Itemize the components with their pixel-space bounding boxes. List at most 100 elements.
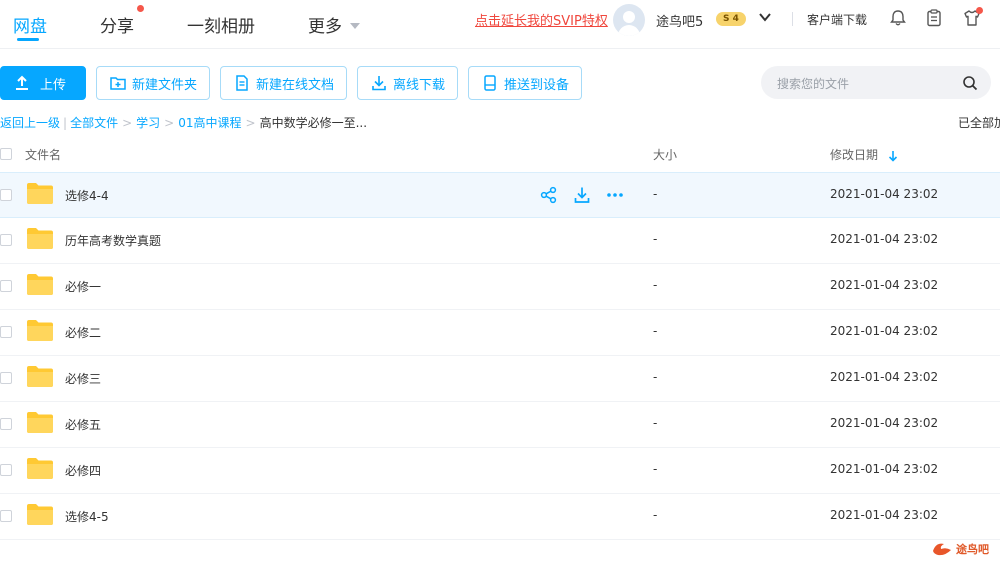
file-table-header: 文件名 大小 修改日期	[0, 138, 1000, 172]
file-row[interactable]: 选修4-4 - 2021-01-04 23:02	[0, 172, 1000, 218]
nav-tab-share[interactable]: 分享	[100, 0, 134, 48]
breadcrumb-divider: |	[63, 115, 68, 130]
file-modified-date: 2021-01-04 23:02	[830, 324, 939, 338]
client-download-link[interactable]: 客户端下载	[807, 11, 867, 28]
avatar[interactable]	[613, 4, 645, 36]
caret-down-icon	[350, 22, 360, 29]
notification-dot	[137, 5, 144, 12]
row-checkbox[interactable]	[0, 418, 12, 430]
nav-tab-more[interactable]: 更多	[308, 0, 360, 48]
row-checkbox[interactable]	[0, 234, 12, 246]
document-icon	[236, 75, 248, 91]
username[interactable]: 途鸟吧5	[656, 11, 703, 30]
nav-tab-label: 网盘	[13, 16, 47, 37]
share-icon[interactable]	[540, 186, 558, 204]
svip-level-badge: S 4	[716, 12, 746, 26]
new-folder-button[interactable]: 新建文件夹	[96, 66, 210, 100]
clipboard-icon[interactable]	[924, 8, 944, 28]
row-checkbox[interactable]	[0, 280, 12, 292]
file-name[interactable]: 选修4-4	[65, 187, 109, 204]
breadcrumb-separator: >	[164, 115, 175, 130]
upload-label: 上传	[40, 77, 67, 93]
breadcrumb-item[interactable]: 全部文件	[70, 114, 118, 131]
file-size: -	[653, 508, 658, 522]
push-to-device-button[interactable]: 推送到设备	[468, 66, 582, 100]
file-name[interactable]: 历年高考数学真题	[65, 232, 161, 249]
file-modified-date: 2021-01-04 23:02	[830, 232, 939, 246]
loaded-status: 已全部加	[958, 116, 1000, 130]
bird-logo-icon	[933, 543, 951, 556]
watermark-logo: 途鸟吧	[930, 538, 994, 560]
search-box	[761, 66, 991, 101]
select-all-checkbox[interactable]	[0, 148, 12, 160]
folder-icon	[27, 366, 53, 387]
file-size: -	[653, 278, 658, 292]
breadcrumb-item[interactable]: 学习	[136, 114, 160, 131]
notification-dot	[976, 7, 983, 14]
divider	[792, 12, 793, 26]
nav-tab-album[interactable]: 一刻相册	[187, 0, 255, 48]
file-modified-date: 2021-01-04 23:02	[830, 187, 939, 201]
active-tab-indicator	[17, 38, 39, 41]
column-header-date-label: 修改日期	[830, 148, 879, 162]
file-size: -	[653, 187, 658, 201]
breadcrumb-item[interactable]: 01高中课程	[178, 114, 241, 131]
breadcrumb-back-link[interactable]: 返回上一级	[0, 114, 60, 131]
nav-tab-label: 更多	[308, 16, 342, 37]
file-modified-date: 2021-01-04 23:02	[830, 416, 939, 430]
folder-icon	[27, 504, 53, 525]
file-row[interactable]: 历年高考数学真题 - 2021-01-04 23:02	[0, 218, 1000, 264]
search-input[interactable]	[775, 66, 959, 101]
nav-tab-label: 一刻相册	[187, 16, 255, 37]
download-icon[interactable]	[573, 186, 591, 204]
column-header-size[interactable]: 大小	[653, 146, 677, 163]
download-icon	[372, 76, 386, 91]
breadcrumb: 返回上一级 | 全部文件 > 学习 > 01高中课程 > 高中数学必修一至...	[0, 114, 367, 131]
new-online-doc-button[interactable]: 新建在线文档	[220, 66, 347, 100]
bell-icon[interactable]	[888, 8, 908, 28]
upload-button[interactable]: 上传	[0, 66, 86, 100]
row-checkbox[interactable]	[0, 464, 12, 476]
file-name[interactable]: 必修三	[65, 370, 101, 387]
row-checkbox[interactable]	[0, 189, 12, 201]
file-row[interactable]: 必修二 - 2021-01-04 23:02	[0, 310, 1000, 356]
file-modified-date: 2021-01-04 23:02	[830, 462, 939, 476]
column-header-name[interactable]: 文件名	[25, 146, 61, 163]
folder-icon	[27, 274, 53, 295]
file-name[interactable]: 必修四	[65, 462, 101, 479]
offline-download-button[interactable]: 离线下载	[357, 66, 458, 100]
watermark-text: 途鸟吧	[956, 543, 989, 556]
row-checkbox[interactable]	[0, 510, 12, 522]
folder-icon	[27, 458, 53, 479]
file-row[interactable]: 必修一 - 2021-01-04 23:02	[0, 264, 1000, 310]
offline-download-label: 离线下载	[393, 77, 446, 93]
search-icon[interactable]	[962, 75, 978, 91]
column-header-date[interactable]: 修改日期	[830, 146, 898, 163]
new-online-doc-label: 新建在线文档	[256, 77, 335, 93]
file-row[interactable]: 选修4-5 - 2021-01-04 23:02	[0, 494, 1000, 540]
file-row[interactable]: 必修五 - 2021-01-04 23:02	[0, 402, 1000, 448]
file-row[interactable]: 必修三 - 2021-01-04 23:02	[0, 356, 1000, 402]
file-name[interactable]: 必修二	[65, 324, 101, 341]
svip-promo-link[interactable]: 点击延长我的SVIP特权	[475, 10, 608, 29]
top-navigation-bar: 网盘 分享 一刻相册 更多 点击延长我的SVIP特权 途鸟吧5 S 4 客户端下…	[0, 0, 1000, 49]
chevron-down-icon[interactable]	[758, 10, 772, 24]
nav-tab-label: 分享	[100, 16, 134, 37]
folder-icon	[27, 183, 53, 204]
folder-plus-icon	[110, 77, 126, 90]
sort-down-arrow-icon	[888, 150, 897, 162]
file-name[interactable]: 必修五	[65, 416, 101, 433]
folder-icon	[27, 412, 53, 433]
file-modified-date: 2021-01-04 23:02	[830, 370, 939, 384]
row-checkbox[interactable]	[0, 372, 12, 384]
folder-icon	[27, 228, 53, 249]
breadcrumb-separator: >	[122, 115, 133, 130]
more-options-icon[interactable]	[606, 186, 624, 204]
row-checkbox[interactable]	[0, 326, 12, 338]
file-name[interactable]: 选修4-5	[65, 508, 109, 525]
file-row[interactable]: 必修四 - 2021-01-04 23:02	[0, 448, 1000, 494]
file-name[interactable]: 必修一	[65, 278, 101, 295]
file-modified-date: 2021-01-04 23:02	[830, 508, 939, 522]
file-size: -	[653, 232, 658, 246]
breadcrumb-current: 高中数学必修一至...	[259, 116, 368, 130]
